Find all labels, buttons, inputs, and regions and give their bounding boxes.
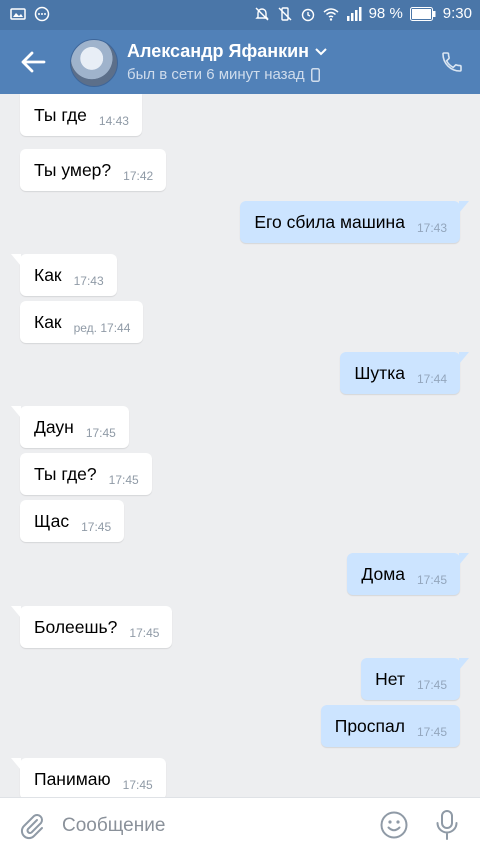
status-bar: 98 % 9:30 (0, 0, 480, 30)
message-time: 17:45 (416, 573, 447, 587)
bubble-tail (459, 553, 469, 565)
contact-name[interactable]: Александр Яфанкин (127, 41, 327, 62)
message-time: 17:43 (416, 221, 447, 235)
bubble-tail (11, 254, 21, 266)
message-text: Шутка (354, 362, 405, 383)
vibrate-off-icon (278, 6, 292, 21)
phone-icon[interactable] (440, 50, 464, 74)
incoming-message[interactable]: Ты умер? 17:42 (20, 149, 167, 191)
message-time: 17:44 (416, 372, 447, 386)
bubble-tail (11, 406, 21, 418)
incoming-message[interactable]: Даун 17:45 (11, 406, 129, 448)
message-text: Как (34, 311, 62, 332)
outgoing-message[interactable]: Его сбила машина 17:43 (240, 201, 469, 243)
message-time: 17:45 (85, 426, 116, 440)
message-text: Болеешь? (34, 616, 118, 637)
composer (0, 797, 480, 853)
message-text: Ты умер? (34, 159, 112, 180)
message-time: 17:45 (416, 725, 447, 739)
bubble-tail (459, 352, 469, 364)
bubble-tail (11, 758, 21, 770)
microphone-icon[interactable] (434, 809, 460, 841)
contact-status: был в сети 6 минут назад (127, 66, 320, 83)
incoming-message[interactable]: Болеешь? 17:45 (11, 606, 173, 648)
message-text: Нет (375, 668, 405, 689)
outgoing-message[interactable]: Проспал 17:45 (320, 705, 460, 747)
message-time: 17:42 (123, 169, 154, 183)
alarm-icon (301, 8, 314, 21)
message-text: Ты где? (34, 463, 97, 484)
message-time: 17:45 (81, 520, 112, 534)
wifi-icon (323, 7, 339, 21)
incoming-message[interactable]: Как ред. 17:44 (20, 301, 144, 343)
message-time: 14:43 (98, 114, 129, 128)
mobile-device-icon (310, 67, 320, 82)
incoming-message[interactable]: Панимаю 17:45 (11, 758, 166, 797)
battery-icon (409, 6, 436, 21)
message-time: 17:45 (129, 626, 160, 640)
paperclip-icon[interactable] (18, 812, 46, 840)
bubble-tail (459, 658, 469, 670)
gallery-notification-icon (10, 8, 26, 20)
message-input[interactable] (60, 808, 364, 844)
signal-icon (346, 6, 362, 21)
battery-percent: 98 % (368, 5, 403, 22)
status-bar-right: 98 % 9:30 (254, 5, 472, 22)
avatar[interactable] (70, 39, 118, 87)
message-time: 17:45 (108, 473, 139, 487)
incoming-message[interactable]: Ты где? 17:45 (20, 453, 152, 495)
outgoing-message[interactable]: Шутка 17:44 (340, 352, 469, 394)
last-seen-text: был в сети 6 минут назад (127, 66, 305, 83)
mute-icon (254, 7, 269, 20)
outgoing-message[interactable]: Нет 17:45 (361, 658, 469, 700)
message-time: 17:45 (122, 778, 153, 792)
status-bar-left (10, 6, 50, 22)
message-text: Дома (361, 563, 405, 584)
chat-header: Александр Яфанкин был в сети 6 минут наз… (0, 30, 480, 94)
arrow-left-icon[interactable] (18, 48, 48, 76)
message-time: 17:43 (73, 274, 104, 288)
contact-name-label: Александр Яфанкин (127, 41, 310, 61)
message-time: 17:45 (416, 678, 447, 692)
clock: 9:30 (442, 5, 472, 22)
incoming-message[interactable]: Как 17:43 (11, 254, 117, 296)
menu-notification-icon (34, 6, 50, 22)
message-text: Как (34, 264, 62, 285)
incoming-message[interactable]: Ты где 14:43 (20, 94, 142, 136)
bubble-tail (459, 201, 469, 213)
bubble-tail (11, 606, 21, 618)
smile-icon[interactable] (379, 810, 409, 840)
incoming-message[interactable]: Щас 17:45 (20, 500, 125, 542)
message-time: ред. 17:44 (73, 321, 131, 335)
message-text: Проспал (334, 715, 405, 736)
chevron-down-icon (315, 47, 327, 55)
message-text: Панимаю (34, 768, 111, 789)
message-text: Ты где (34, 104, 87, 125)
message-text: Даун (34, 416, 74, 437)
message-text: Щас (34, 510, 70, 531)
outgoing-message[interactable]: Дома 17:45 (347, 553, 469, 595)
message-text: Его сбила машина (254, 211, 405, 232)
message-list[interactable]: Ты где 14:43 Ты умер? 17:42 Его сбила машина… (0, 94, 480, 797)
